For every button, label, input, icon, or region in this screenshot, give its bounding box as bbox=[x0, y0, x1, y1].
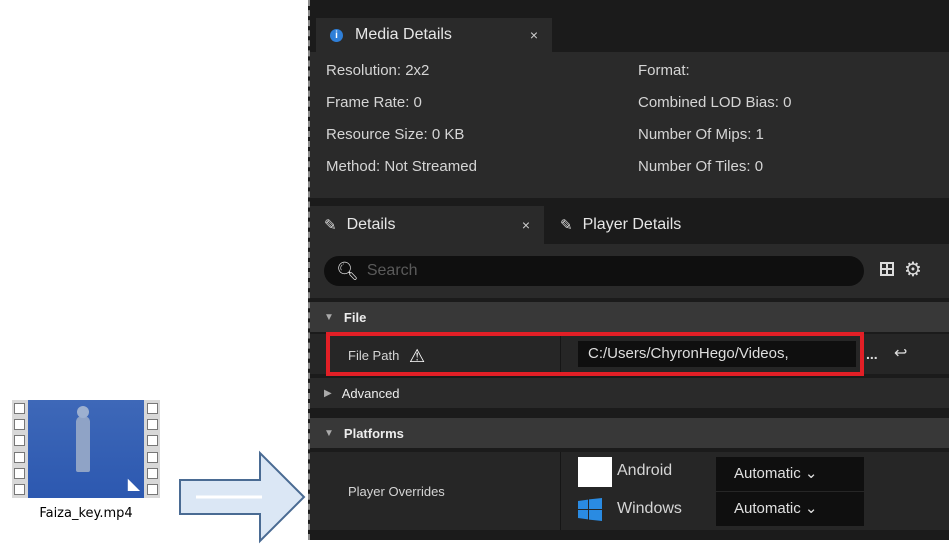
tab-label: Player Details bbox=[582, 216, 682, 233]
format-text: Format: bbox=[638, 62, 690, 79]
file-name: Faiza_key.mp4 bbox=[39, 506, 133, 521]
details-tabbar: ✎ Details × ✎ Player Details bbox=[310, 198, 949, 244]
android-icon bbox=[578, 457, 612, 487]
tab-details[interactable]: ✎ Details × bbox=[310, 206, 544, 244]
category-platforms[interactable]: ▼ Platforms bbox=[310, 418, 949, 448]
browse-button[interactable]: ... bbox=[866, 346, 878, 362]
windows-override-dropdown[interactable]: Automatic ⌄ bbox=[716, 492, 864, 526]
video-file-icon: ◣ bbox=[12, 400, 160, 498]
search-bar-area: 🔍︎ Search ⚙ bbox=[310, 244, 949, 298]
media-tabbar: i Media Details × bbox=[310, 0, 949, 56]
player-overrides-label: Player Overrides bbox=[348, 484, 445, 499]
windows-icon bbox=[578, 498, 602, 521]
search-input[interactable]: 🔍︎ Search bbox=[324, 256, 864, 286]
close-icon[interactable]: × bbox=[530, 27, 538, 43]
mips-text: Number Of Mips: 1 bbox=[638, 126, 764, 143]
editor-panel: i Media Details × Resolution: 2x2 Frame … bbox=[308, 0, 949, 540]
pen-icon: ✎ bbox=[324, 217, 337, 234]
collapse-triangle-icon: ▼ bbox=[324, 427, 334, 439]
player-overrides-row: Player Overrides Android Automatic ⌄ Win… bbox=[310, 452, 949, 530]
tab-player-details[interactable]: ✎ Player Details bbox=[546, 206, 746, 244]
gear-icon[interactable]: ⚙ bbox=[904, 257, 922, 282]
method-text: Method: Not Streamed bbox=[326, 158, 477, 175]
info-icon: i bbox=[330, 28, 343, 42]
resource-size-text: Resource Size: 0 KB bbox=[326, 126, 465, 143]
category-label: Advanced bbox=[341, 385, 400, 401]
collapse-triangle-icon: ▼ bbox=[324, 311, 334, 323]
category-label: File bbox=[343, 309, 367, 325]
resolution-text: Resolution: 2x2 bbox=[326, 62, 430, 79]
tiles-text: Number Of Tiles: 0 bbox=[638, 158, 764, 175]
reset-icon[interactable]: ↩ bbox=[894, 343, 907, 363]
grid-icon[interactable] bbox=[880, 262, 894, 276]
tab-label: Details bbox=[346, 216, 396, 233]
category-label: Platforms bbox=[343, 425, 404, 441]
tab-label: Media Details bbox=[355, 26, 452, 43]
lod-bias-text: Combined LOD Bias: 0 bbox=[638, 94, 792, 111]
platform-name-android: Android bbox=[617, 462, 673, 479]
close-icon[interactable]: × bbox=[522, 217, 530, 233]
tab-media-details[interactable]: i Media Details × bbox=[316, 18, 552, 52]
search-icon: 🔍︎ bbox=[336, 260, 359, 281]
platform-name-windows: Windows bbox=[617, 500, 682, 517]
search-placeholder: Search bbox=[366, 262, 418, 279]
right-arrow-icon bbox=[179, 450, 306, 544]
video-file[interactable]: ◣ Faiza_key.mp4 bbox=[6, 400, 166, 532]
file-path-highlight bbox=[326, 332, 864, 376]
frame-rate-text: Frame Rate: 0 bbox=[326, 94, 422, 111]
pen-icon: ✎ bbox=[560, 217, 573, 234]
media-details-body: Resolution: 2x2 Frame Rate: 0 Resource S… bbox=[310, 52, 949, 198]
category-advanced[interactable]: ▶ Advanced bbox=[310, 378, 949, 408]
category-file[interactable]: ▼ File bbox=[310, 302, 949, 332]
expand-triangle-icon: ▶ bbox=[324, 387, 332, 399]
android-override-dropdown[interactable]: Automatic ⌄ bbox=[716, 457, 864, 491]
